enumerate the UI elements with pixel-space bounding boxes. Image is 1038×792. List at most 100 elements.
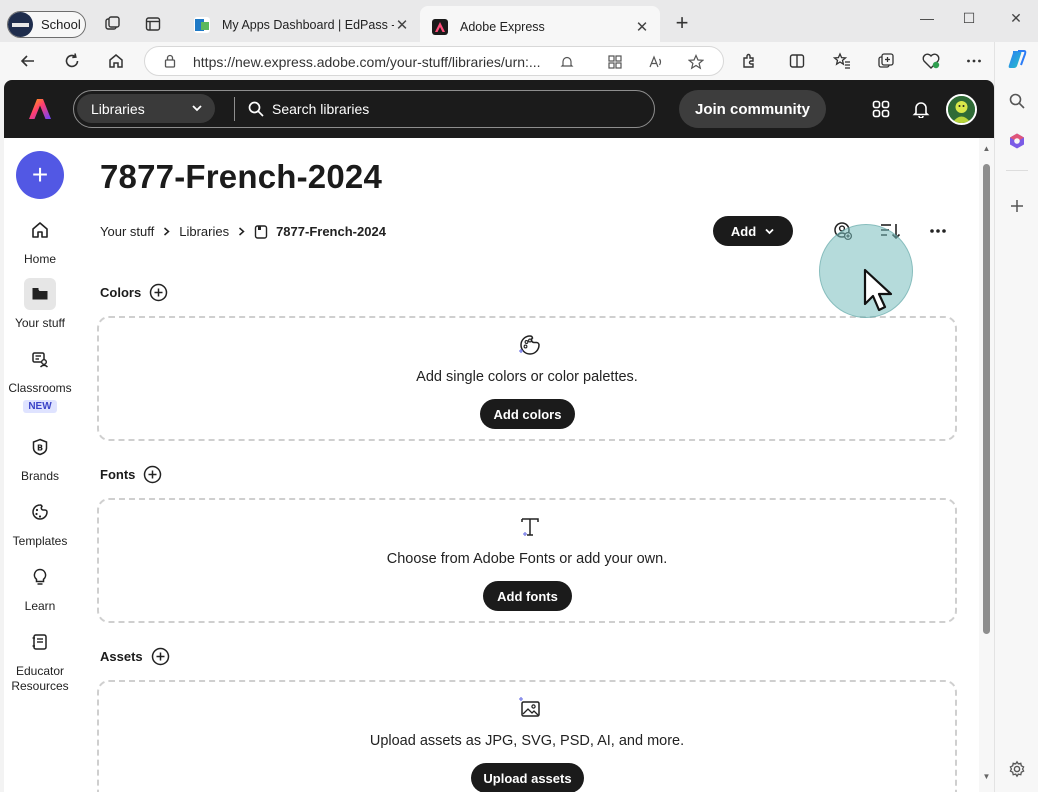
- copilot-icon[interactable]: [1006, 48, 1028, 70]
- adobe-express-logo-icon[interactable]: [27, 96, 53, 122]
- chevron-right-icon: [239, 227, 245, 236]
- adobe-express-favicon-icon: [432, 19, 448, 35]
- assets-section-header: Assets: [100, 647, 170, 666]
- rail-item-educator-resources[interactable]: Educator Resources: [4, 626, 76, 694]
- page-title: 7877-French-2024: [100, 158, 383, 195]
- image-icon: [519, 697, 540, 717]
- tab-edpass[interactable]: My Apps Dashboard | EdPass - Ed ✕: [182, 8, 420, 42]
- fonts-dropzone[interactable]: Choose from Adobe Fonts or add your own.…: [97, 498, 957, 623]
- extensions-icon[interactable]: [738, 50, 760, 72]
- lock-icon[interactable]: [163, 54, 177, 68]
- lightbulb-icon: [24, 561, 56, 593]
- office-icon[interactable]: [1006, 130, 1028, 152]
- split-screen-icon[interactable]: [786, 50, 808, 72]
- address-bar[interactable]: https://new.express.adobe.com/your-stuff…: [144, 46, 724, 76]
- scroll-thumb[interactable]: [983, 164, 990, 634]
- home-icon[interactable]: [105, 50, 127, 72]
- palette-icon: [519, 335, 540, 355]
- profile-button[interactable]: School: [7, 11, 86, 38]
- scroll-down-icon[interactable]: ▼: [982, 772, 991, 781]
- close-icon[interactable]: ✕: [634, 18, 650, 36]
- search-icon: [248, 101, 264, 117]
- page-scrollbar[interactable]: ▲ ▼: [979, 138, 994, 792]
- templates-icon: [24, 496, 56, 528]
- window-close-icon[interactable]: ✕: [1004, 10, 1028, 28]
- add-button[interactable]: Add: [713, 216, 793, 246]
- text-type-icon: [521, 518, 539, 536]
- new-tab-button[interactable]: +: [670, 12, 694, 36]
- rail-item-home[interactable]: Home: [4, 214, 76, 267]
- browser-essentials-icon[interactable]: [920, 50, 942, 72]
- search-bar: Libraries: [73, 90, 655, 128]
- settings-gear-icon[interactable]: [1006, 758, 1028, 780]
- scroll-up-icon[interactable]: ▲: [982, 144, 991, 153]
- refresh-icon[interactable]: [61, 50, 83, 72]
- add-colors-button[interactable]: Add colors: [480, 399, 575, 429]
- apps-grid-icon[interactable]: [871, 99, 891, 119]
- section-title: Colors: [100, 285, 142, 300]
- add-sidebar-app-icon[interactable]: [1006, 195, 1028, 217]
- breadcrumb-your-stuff[interactable]: Your stuff: [100, 224, 154, 239]
- breadcrumb-libraries[interactable]: Libraries: [179, 224, 229, 239]
- workspaces-icon[interactable]: [102, 14, 122, 34]
- rail-label: Templates: [12, 534, 68, 548]
- collections-icon[interactable]: [875, 50, 897, 72]
- rail-item-your-stuff[interactable]: Your stuff: [4, 278, 76, 331]
- dropzone-message: Add single colors or color palettes.: [416, 369, 638, 385]
- add-circle-icon[interactable]: [151, 647, 170, 666]
- rail-label: Classrooms: [8, 381, 72, 395]
- notification-bell-icon[interactable]: [558, 53, 576, 71]
- upload-assets-button[interactable]: Upload assets: [471, 763, 584, 792]
- browser-sidebar: [994, 42, 1038, 792]
- edpass-favicon-icon: [194, 17, 210, 33]
- rail-item-brands[interactable]: B Brands: [4, 431, 76, 484]
- brand-icon: B: [24, 431, 56, 463]
- browser-toolbar: https://new.express.adobe.com/your-stuff…: [0, 42, 1038, 80]
- add-circle-icon[interactable]: [143, 465, 162, 484]
- search-divider: [234, 97, 235, 121]
- search-input[interactable]: [272, 95, 642, 122]
- rail-label: Learn: [24, 599, 56, 613]
- user-avatar[interactable]: [946, 94, 977, 125]
- create-button[interactable]: +: [16, 151, 64, 199]
- more-options-icon[interactable]: [963, 50, 985, 72]
- educator-book-icon: [24, 626, 56, 658]
- home-icon: [24, 214, 56, 246]
- notifications-bell-icon[interactable]: [911, 99, 931, 119]
- assets-dropzone[interactable]: Upload assets as JPG, SVG, PSD, AI, and …: [97, 680, 957, 792]
- maximize-icon[interactable]: ☐: [957, 10, 981, 28]
- rail-label: Home: [23, 252, 56, 266]
- rail-item-learn[interactable]: Learn: [4, 561, 76, 614]
- dropzone-message: Upload assets as JPG, SVG, PSD, AI, and …: [369, 733, 685, 749]
- rail-item-classrooms[interactable]: Classrooms NEW: [4, 343, 76, 413]
- favorites-icon[interactable]: [831, 50, 853, 72]
- mouse-cursor-icon: [863, 268, 893, 312]
- apps-available-icon[interactable]: [606, 53, 624, 71]
- chevron-down-icon: [765, 228, 774, 234]
- add-circle-icon[interactable]: [149, 283, 168, 302]
- sidebar-divider: [1006, 170, 1028, 192]
- add-fonts-button[interactable]: Add fonts: [483, 581, 572, 611]
- dropzone-message: Choose from Adobe Fonts or add your own.: [386, 551, 668, 567]
- close-icon[interactable]: ✕: [394, 16, 410, 34]
- svg-text:B: B: [37, 443, 43, 452]
- join-community-button[interactable]: Join community: [679, 90, 826, 128]
- sidebar-search-icon[interactable]: [1006, 90, 1028, 112]
- section-title: Fonts: [100, 467, 136, 482]
- section-title: Assets: [100, 649, 143, 664]
- colors-section-header: Colors: [100, 283, 168, 302]
- library-scope-select[interactable]: Libraries: [77, 94, 215, 123]
- colors-dropzone[interactable]: Add single colors or color palettes. Add…: [97, 316, 957, 441]
- more-icon[interactable]: [927, 220, 949, 242]
- tab-title: My Apps Dashboard | EdPass - Ed: [222, 18, 394, 32]
- minimize-icon[interactable]: —: [915, 10, 939, 28]
- url-text: https://new.express.adobe.com/your-stuff…: [193, 54, 541, 70]
- favorite-star-icon[interactable]: [687, 53, 705, 71]
- back-icon[interactable]: [17, 50, 39, 72]
- rail-item-templates[interactable]: Templates: [4, 496, 76, 549]
- left-rail: + Home Your stuff Classrooms NEW B Brand…: [4, 138, 76, 792]
- tab-actions-icon[interactable]: [143, 14, 163, 34]
- tab-title: Adobe Express: [460, 20, 545, 34]
- chevron-right-icon: [164, 227, 170, 236]
- read-aloud-icon[interactable]: [647, 53, 665, 71]
